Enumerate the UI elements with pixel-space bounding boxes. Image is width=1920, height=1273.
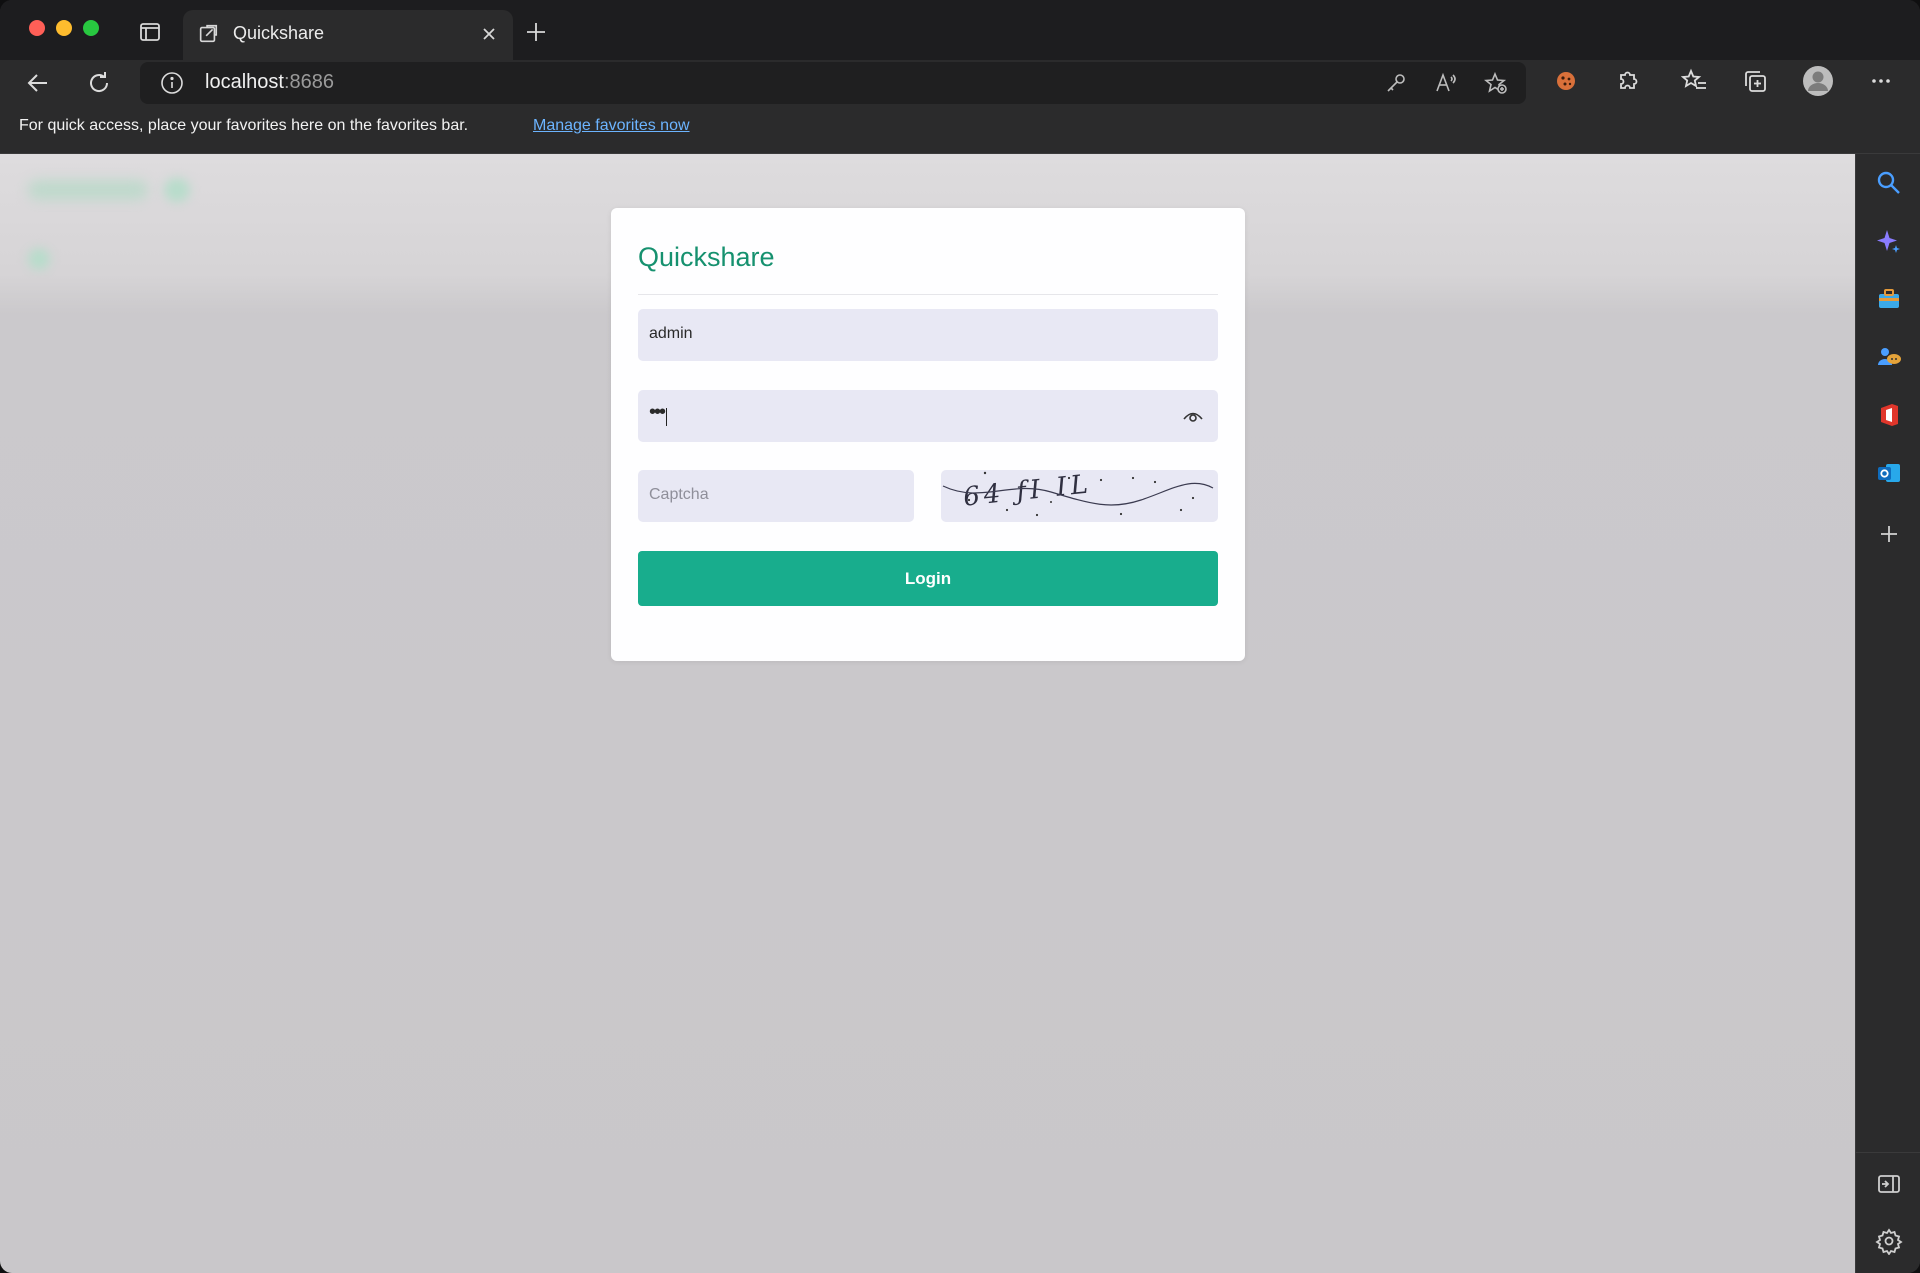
- captcha-noise-icon: [942, 471, 1214, 517]
- tab-actions-icon[interactable]: [138, 20, 162, 44]
- settings-icon[interactable]: [1875, 1227, 1903, 1256]
- collections-icon[interactable]: [1741, 67, 1769, 95]
- blurred-background-badge: [164, 178, 190, 202]
- search-icon[interactable]: [1875, 169, 1903, 197]
- tools-icon[interactable]: [1875, 285, 1903, 313]
- refresh-icon[interactable]: [85, 69, 113, 97]
- page-content: Quickshare admin ••• Captcha 64 ƒI IL Lo…: [0, 154, 1855, 1273]
- office-icon[interactable]: [1875, 401, 1903, 429]
- minimize-window-button[interactable]: [56, 20, 72, 36]
- username-value: admin: [649, 325, 693, 342]
- browser-tab[interactable]: Quickshare: [183, 10, 513, 60]
- new-tab-icon[interactable]: [524, 20, 548, 44]
- url-port: :8686: [283, 71, 334, 93]
- favorites-bar: For quick access, place your favorites h…: [0, 110, 1920, 154]
- login-title: Quickshare: [638, 242, 775, 272]
- tab-title: Quickshare: [233, 23, 325, 43]
- close-window-button[interactable]: [29, 20, 45, 36]
- page-favicon-icon: [197, 23, 219, 45]
- zoom-window-button[interactable]: [83, 20, 99, 36]
- profile-avatar[interactable]: [1802, 65, 1834, 97]
- captcha-input[interactable]: Captcha: [638, 470, 914, 522]
- captcha-image[interactable]: 64 ƒI IL: [941, 470, 1218, 522]
- add-favorite-icon[interactable]: [1483, 71, 1508, 95]
- address-bar[interactable]: localhost:8686: [140, 62, 1526, 104]
- read-aloud-icon[interactable]: [1434, 71, 1458, 95]
- add-sidebar-app-icon[interactable]: [1875, 520, 1903, 548]
- favorites-icon[interactable]: [1680, 67, 1709, 95]
- blurred-background-icon: [28, 248, 50, 270]
- games-icon[interactable]: [1875, 343, 1903, 371]
- more-icon[interactable]: [1867, 67, 1895, 95]
- url-text[interactable]: localhost:8686: [205, 71, 334, 94]
- text-caret: [666, 408, 667, 426]
- key-icon[interactable]: [1384, 71, 1408, 95]
- url-host: localhost: [205, 71, 284, 93]
- browser-window: Quickshare localhost:8686 For quick acce…: [0, 0, 1920, 1273]
- extensions-icon[interactable]: [1613, 67, 1641, 95]
- sidebar-divider: [1856, 1152, 1920, 1153]
- manage-favorites-link[interactable]: Manage favorites now: [533, 117, 690, 135]
- browser-sidebar: [1855, 154, 1920, 1273]
- blurred-background-logo: [28, 180, 148, 200]
- cookie-extension-icon[interactable]: [1552, 67, 1580, 95]
- title-divider: [638, 294, 1218, 295]
- back-icon[interactable]: [24, 69, 52, 97]
- hide-sidebar-icon[interactable]: [1875, 1170, 1903, 1198]
- login-button[interactable]: Login: [638, 551, 1218, 606]
- show-password-icon[interactable]: [1182, 406, 1204, 426]
- password-mask: •••: [649, 401, 666, 423]
- site-info-icon[interactable]: [160, 71, 184, 95]
- favorites-bar-message: For quick access, place your favorites h…: [19, 117, 469, 134]
- tab-strip: Quickshare: [0, 0, 1920, 60]
- captcha-placeholder: Captcha: [649, 486, 709, 503]
- copilot-icon[interactable]: [1875, 227, 1903, 255]
- password-input[interactable]: •••: [638, 390, 1218, 442]
- outlook-icon[interactable]: [1875, 459, 1903, 487]
- close-tab-icon[interactable]: [479, 24, 499, 44]
- username-input[interactable]: admin: [638, 309, 1218, 361]
- login-card: Quickshare admin ••• Captcha 64 ƒI IL Lo…: [611, 208, 1245, 661]
